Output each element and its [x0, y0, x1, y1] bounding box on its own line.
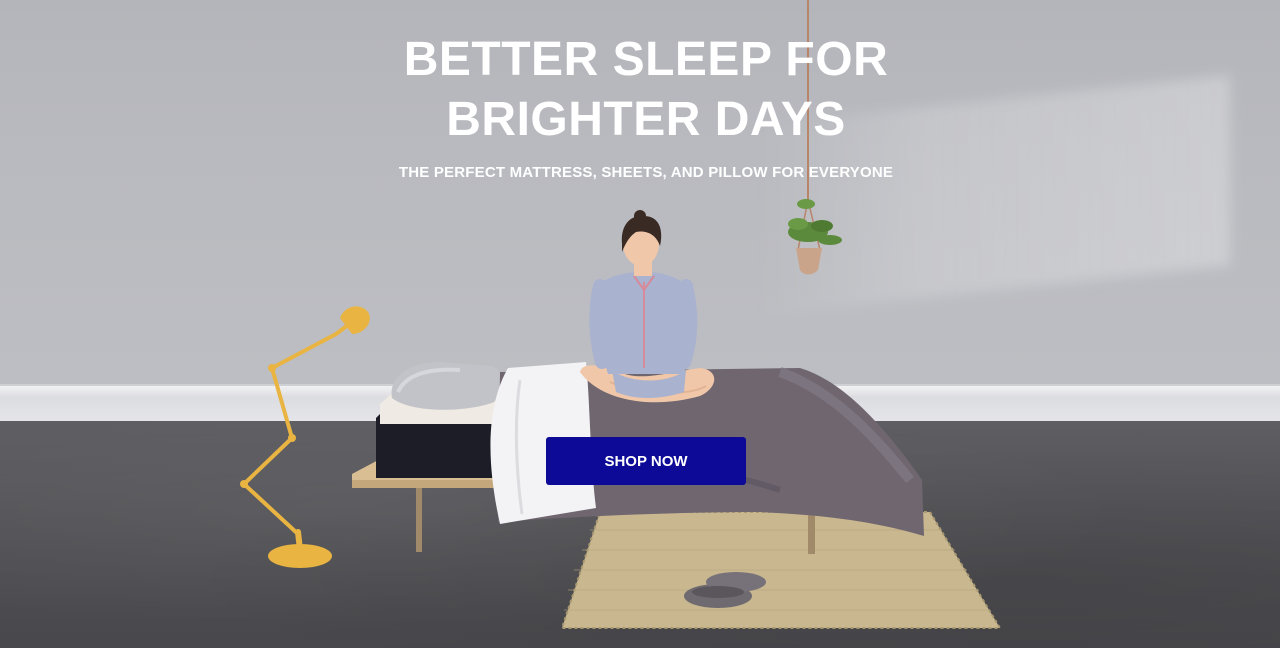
hero-subheadline: THE PERFECT MATTRESS, SHEETS, AND PILLOW… — [398, 164, 894, 181]
shop-now-button[interactable]: SHOP NOW — [546, 437, 746, 485]
floor-lamp — [240, 306, 370, 568]
pillow — [391, 362, 502, 410]
rug — [560, 511, 1002, 629]
headline-line-2: BRIGHTER DAYS — [446, 93, 846, 146]
headline-line-1: BETTER SLEEP FOR — [403, 33, 889, 86]
woman-sitting — [580, 210, 715, 403]
hero-section: BETTER SLEEP FOR BRIGHTER DAYS THE PERFE… — [0, 0, 1280, 648]
hero-headline: BETTER SLEEP FOR BRIGHTER DAYS — [0, 30, 1280, 150]
